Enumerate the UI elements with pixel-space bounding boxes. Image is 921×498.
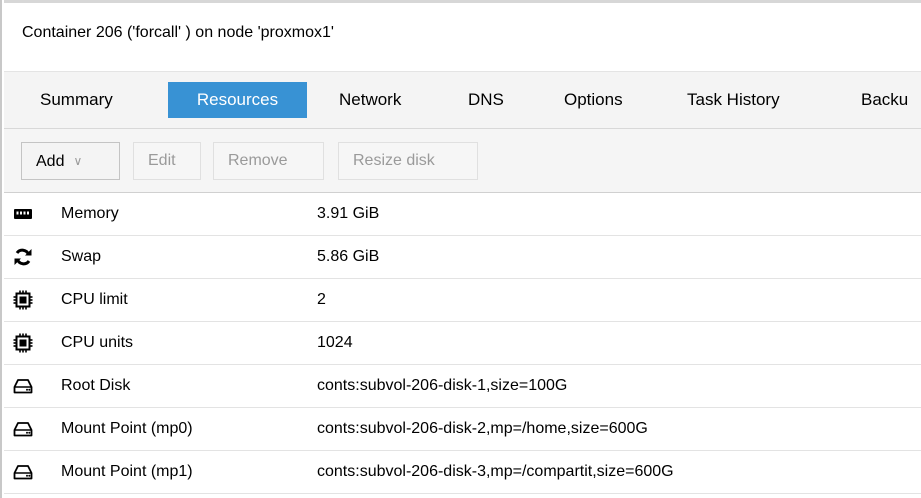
tab-options[interactable]: Options	[549, 82, 638, 118]
resource-value: conts:subvol-206-disk-1,size=100G	[317, 377, 568, 394]
resources-grid: Memory 3.91 GiB Swap 5.86 GiB CPU limit …	[4, 193, 921, 494]
resource-name: CPU limit	[61, 291, 128, 308]
resize-disk-button[interactable]: Resize disk	[338, 142, 478, 180]
resource-value: 2	[317, 291, 326, 308]
window-frame: Container 206 ('forcall' ) on node 'prox…	[0, 0, 921, 498]
page-title: Container 206 ('forcall' ) on node 'prox…	[22, 24, 334, 41]
resource-value: conts:subvol-206-disk-3,mp=/compartit,si…	[317, 463, 674, 480]
cpu-chip-icon	[13, 290, 33, 310]
tab-task-history[interactable]: Task History	[672, 82, 795, 118]
add-button[interactable]: Add ∨	[21, 142, 120, 180]
hard-drive-icon	[13, 419, 33, 439]
add-button-label: Add	[36, 153, 65, 170]
hard-drive-icon	[13, 462, 33, 482]
panel-header: Container 206 ('forcall' ) on node 'prox…	[4, 0, 921, 72]
hard-drive-icon	[13, 376, 33, 396]
resource-value: 5.86 GiB	[317, 248, 380, 265]
resource-row-swap[interactable]: Swap 5.86 GiB	[4, 236, 921, 279]
remove-button[interactable]: Remove	[213, 142, 324, 180]
tab-network[interactable]: Network	[324, 82, 416, 118]
resource-row-mp1[interactable]: Mount Point (mp1) conts:subvol-206-disk-…	[4, 451, 921, 494]
edit-button[interactable]: Edit	[133, 142, 201, 180]
resource-value: 1024	[317, 334, 353, 351]
tab-bar: Summary Resources Network DNS Options Ta…	[4, 72, 921, 129]
resource-value: 3.91 GiB	[317, 205, 380, 222]
resource-name: Root Disk	[61, 377, 131, 394]
resource-name: Memory	[61, 205, 119, 222]
tab-backup[interactable]: Backu	[846, 82, 921, 118]
resource-row-root-disk[interactable]: Root Disk conts:subvol-206-disk-1,size=1…	[4, 365, 921, 408]
resource-row-memory[interactable]: Memory 3.91 GiB	[4, 193, 921, 236]
resource-name: Mount Point (mp1)	[61, 463, 193, 480]
toolbar: Add ∨ Edit Remove Resize disk	[4, 129, 921, 193]
tab-resources[interactable]: Resources	[168, 82, 307, 118]
tab-summary[interactable]: Summary	[25, 82, 128, 118]
resource-name: Swap	[61, 248, 102, 265]
chevron-down-icon: ∨	[73, 154, 83, 168]
resource-name: Mount Point (mp0)	[61, 420, 193, 437]
resource-row-cpu-limit[interactable]: CPU limit 2	[4, 279, 921, 322]
resource-value: conts:subvol-206-disk-2,mp=/home,size=60…	[317, 420, 648, 437]
resource-row-cpu-units[interactable]: CPU units 1024	[4, 322, 921, 365]
cpu-chip-icon	[13, 333, 33, 353]
tab-dns[interactable]: DNS	[453, 82, 519, 118]
resource-row-mp0[interactable]: Mount Point (mp0) conts:subvol-206-disk-…	[4, 408, 921, 451]
swap-refresh-icon	[13, 247, 33, 267]
resource-name: CPU units	[61, 334, 134, 351]
memory-icon	[13, 204, 33, 224]
